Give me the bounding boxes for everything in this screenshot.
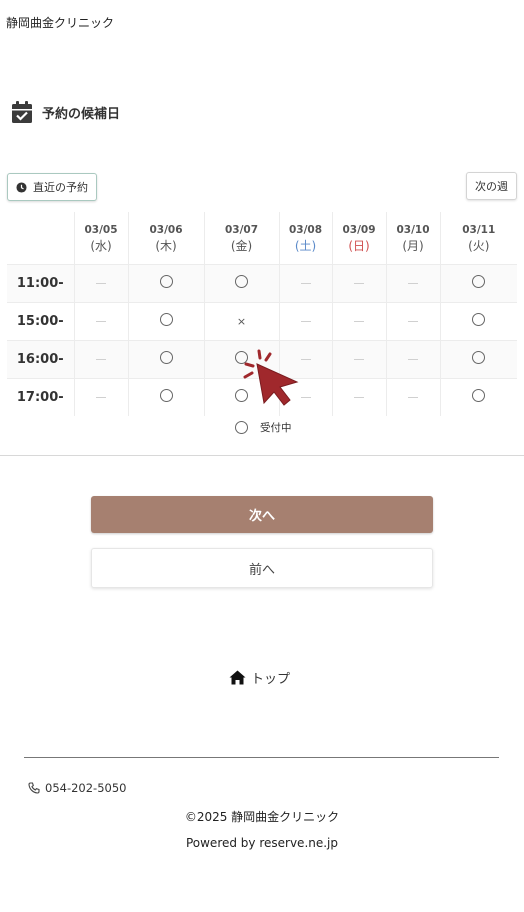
time-slot-label: 15:00- — [7, 301, 75, 340]
slot-unavailable — [279, 339, 333, 378]
next-week-button[interactable]: 次の週 — [466, 172, 517, 200]
slot-full: × — [204, 301, 280, 340]
date-header: 03/06 (木) — [128, 212, 205, 264]
time-slot-label: 16:00- — [7, 339, 75, 378]
open-slot-icon — [472, 312, 486, 326]
phone-icon — [28, 782, 40, 794]
slot-unavailable — [74, 301, 129, 340]
slot-unavailable — [332, 263, 387, 302]
open-slot-icon — [235, 388, 248, 402]
slot-available[interactable] — [128, 339, 205, 378]
powered-by: Powered by reserve.ne.jp — [185, 836, 339, 850]
legend-open-label: 受付中 — [260, 422, 292, 434]
next-button[interactable]: 次へ — [91, 496, 433, 533]
section-heading: 予約の候補日 — [11, 100, 120, 124]
slot-available[interactable] — [204, 263, 280, 302]
dash-icon — [96, 320, 106, 322]
slot-available[interactable] — [204, 339, 280, 378]
date-header: 03/11 (火) — [462, 223, 496, 253]
date-header: 03/08 (土) — [279, 212, 333, 264]
top-link[interactable]: トップ — [229, 668, 290, 687]
legend: 受付中 — [235, 420, 292, 435]
section-title: 予約の候補日 — [42, 106, 121, 122]
dash-icon — [300, 396, 311, 398]
clinic-name: 静岡曲金クリニック — [6, 16, 115, 30]
slot-unavailable — [74, 339, 129, 378]
slot-unavailable — [74, 377, 129, 416]
slot-unavailable — [332, 339, 387, 378]
dash-icon — [408, 320, 418, 322]
dash-icon — [96, 282, 106, 284]
dash-icon — [300, 320, 311, 322]
dash-icon — [300, 282, 311, 284]
slot-unavailable — [386, 377, 441, 416]
time-column-header — [7, 212, 75, 264]
time-slot-label: 11:00- — [7, 263, 75, 302]
calendar-check-icon — [12, 101, 32, 123]
dash-icon — [96, 396, 106, 398]
slot-available[interactable] — [440, 377, 517, 416]
recent-appointments-button[interactable]: 直近の予約 — [7, 173, 97, 201]
slot-available[interactable] — [204, 377, 280, 416]
top-link-label: トップ — [251, 672, 291, 687]
schedule-row: 17:00- — [7, 377, 517, 416]
slot-unavailable — [279, 301, 333, 340]
open-slot-icon — [472, 350, 486, 364]
open-slot-icon — [159, 312, 173, 326]
dash-icon — [408, 358, 418, 360]
slot-available[interactable] — [440, 301, 517, 340]
date-header: 03/09 (日) — [332, 212, 387, 264]
slot-available[interactable] — [440, 263, 517, 302]
open-slot-icon — [235, 421, 248, 434]
divider — [0, 455, 524, 456]
open-slot-icon — [159, 388, 173, 402]
schedule-row: 15:00- × — [7, 301, 517, 340]
date-header: 03/10 (月) — [386, 212, 441, 264]
date-header: 03/07 (金) — [204, 212, 280, 264]
slot-unavailable — [386, 339, 441, 378]
dash-icon — [354, 358, 364, 360]
slot-unavailable — [332, 301, 387, 340]
full-mark: × — [236, 314, 247, 328]
slot-unavailable — [386, 301, 441, 340]
slot-unavailable — [74, 263, 129, 302]
slot-unavailable — [386, 263, 441, 302]
dash-icon — [408, 396, 418, 398]
schedule-row: 11:00- — [7, 263, 517, 302]
phone-link[interactable]: 054-202-5050 — [28, 781, 126, 795]
dash-icon — [354, 396, 364, 398]
slot-available[interactable] — [128, 301, 205, 340]
copyright: ©2025 静岡曲金クリニック — [184, 810, 340, 824]
dash-icon — [354, 320, 364, 322]
date-header: 03/05 (水) — [74, 212, 129, 264]
open-slot-icon — [235, 350, 248, 364]
open-slot-icon — [159, 274, 173, 288]
phone-number: 054-202-5050 — [45, 781, 127, 795]
time-slot-label: 17:00- — [7, 377, 75, 416]
dash-icon — [408, 282, 418, 284]
footer-divider — [24, 757, 499, 758]
previous-button[interactable]: 前へ — [91, 548, 433, 588]
slot-unavailable — [279, 263, 333, 302]
schedule-row: 16:00- — [7, 339, 517, 378]
slot-unavailable — [279, 377, 333, 416]
clock-icon — [16, 181, 27, 193]
slot-available[interactable] — [128, 377, 205, 416]
slot-available[interactable] — [128, 263, 205, 302]
open-slot-icon — [472, 274, 486, 288]
slot-unavailable — [332, 377, 387, 416]
schedule-table: 03/05 (水) 03/06 (木) 03/07 (金) 03/08 (土) 03/0… — [7, 212, 517, 416]
open-slot-icon — [159, 350, 173, 364]
dash-icon — [300, 358, 311, 360]
home-icon — [229, 670, 246, 685]
recent-appointments-label: 直近の予約 — [33, 181, 88, 194]
open-slot-icon — [235, 274, 248, 288]
open-slot-icon — [472, 388, 486, 402]
dash-icon — [354, 282, 364, 284]
dash-icon — [96, 358, 106, 360]
slot-available[interactable] — [440, 339, 517, 378]
